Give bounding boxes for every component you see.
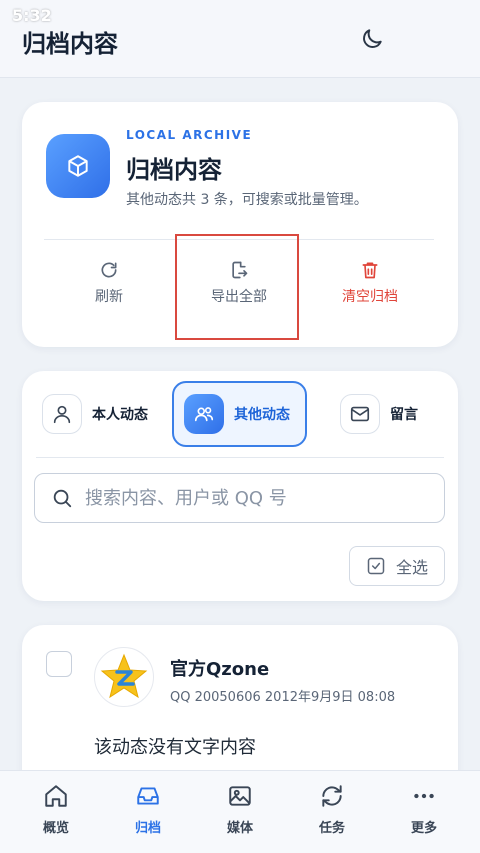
clear-label: 清空归档 bbox=[342, 289, 398, 305]
trash-icon bbox=[362, 262, 378, 279]
more-dots-icon bbox=[414, 793, 434, 799]
post-checkbox[interactable] bbox=[46, 651, 72, 677]
nav-media[interactable]: 媒体 bbox=[192, 783, 288, 836]
divider bbox=[36, 457, 444, 458]
sync-icon bbox=[322, 785, 342, 807]
home-icon bbox=[45, 785, 67, 807]
tab-messages[interactable]: 留言 bbox=[340, 381, 450, 447]
post-meta: QQ 20050606 2012年9月9日 08:08 bbox=[170, 690, 396, 705]
inbox-icon bbox=[137, 787, 159, 805]
search-box[interactable] bbox=[34, 473, 445, 523]
mail-icon bbox=[340, 394, 380, 434]
page-title: 归档内容 bbox=[22, 30, 118, 58]
nav-overview-label: 概览 bbox=[42, 821, 69, 836]
nav-tasks[interactable]: 任务 bbox=[284, 783, 380, 836]
clear-archive-button[interactable]: 清空归档 bbox=[305, 260, 435, 320]
user-icon bbox=[42, 394, 82, 434]
refresh-label: 刷新 bbox=[95, 289, 123, 305]
highlight-box bbox=[175, 234, 299, 340]
archive-box-icon bbox=[46, 134, 110, 198]
nav-archive-label: 归档 bbox=[134, 821, 161, 836]
post-body: 该动态没有文字内容 bbox=[94, 737, 256, 758]
nav-overview[interactable]: 概览 bbox=[8, 783, 104, 836]
search-input[interactable] bbox=[85, 487, 415, 509]
nav-more-label: 更多 bbox=[410, 821, 437, 836]
search-icon bbox=[53, 489, 72, 508]
image-icon bbox=[229, 786, 251, 806]
nav-tasks-label: 任务 bbox=[318, 821, 345, 836]
checkbox-checked-icon bbox=[367, 557, 385, 575]
hero-subtitle: 其他动态共 3 条，可搜索或批量管理。 bbox=[126, 192, 368, 208]
users-icon bbox=[184, 394, 224, 434]
app-bar: 归档内容 bbox=[0, 0, 480, 78]
hero-eyebrow: LOCAL ARCHIVE bbox=[126, 128, 253, 142]
tab-others-label: 其他动态 bbox=[234, 407, 290, 423]
qzone-star-icon bbox=[100, 653, 148, 699]
refresh-icon bbox=[101, 262, 117, 278]
status-time: 5:32 bbox=[12, 6, 52, 25]
hero-title: 归档内容 bbox=[126, 156, 222, 184]
select-all-button[interactable]: 全选 bbox=[349, 546, 445, 586]
avatar[interactable] bbox=[94, 647, 154, 707]
filter-card: 本人动态 其他动态 留言 搜索内容、用户或 QQ 号 全选 bbox=[22, 371, 458, 601]
nav-media-label: 媒体 bbox=[226, 821, 253, 836]
moon-icon bbox=[363, 29, 382, 48]
refresh-button[interactable]: 刷新 bbox=[44, 260, 174, 320]
tab-self-label: 本人动态 bbox=[92, 407, 148, 423]
dark-mode-toggle[interactable] bbox=[357, 24, 387, 54]
tab-others-posts[interactable]: 其他动态 bbox=[172, 381, 307, 447]
nav-archive[interactable]: 归档 bbox=[100, 783, 196, 836]
nav-more[interactable]: 更多 bbox=[376, 783, 472, 836]
bottom-nav: 概览 归档 媒体 任务 更多 bbox=[0, 770, 480, 853]
tab-self-posts[interactable]: 本人动态 bbox=[42, 381, 172, 447]
select-all-label: 全选 bbox=[395, 558, 428, 577]
post-author: 官方Qzone bbox=[170, 659, 270, 680]
tab-messages-label: 留言 bbox=[390, 407, 418, 423]
